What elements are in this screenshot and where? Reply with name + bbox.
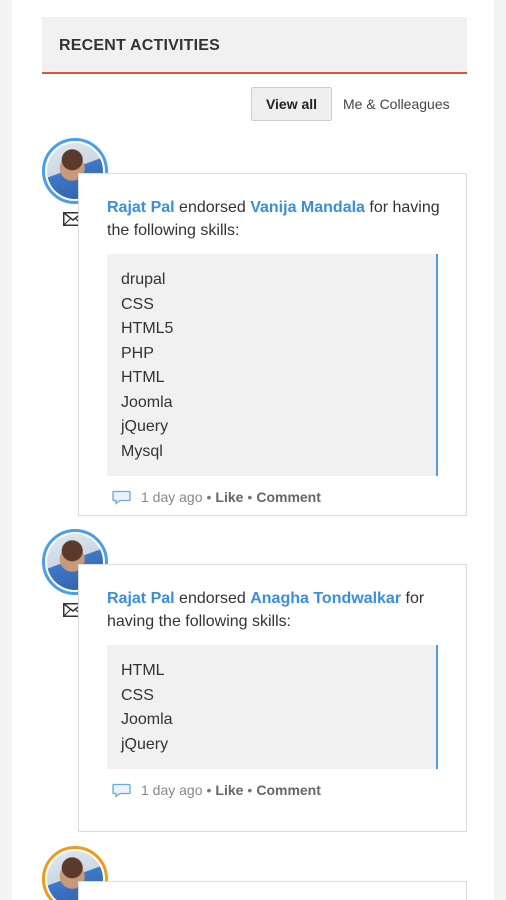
timestamp: 1 day ago	[141, 489, 203, 505]
timestamp: 1 day ago	[141, 782, 203, 798]
comment-link[interactable]: Comment	[256, 489, 321, 505]
activity-card: Rajat Pal endorsed Anagha Tondwalkar for…	[78, 564, 467, 832]
separator: •	[206, 782, 212, 798]
comment-link[interactable]: Comment	[256, 782, 321, 798]
activity-meta: 1 day ago • Like • Comment	[79, 476, 466, 520]
activity-meta: 1 day ago • Like • Comment	[79, 769, 466, 813]
target-link[interactable]: Vanija Mandala	[250, 199, 365, 216]
like-link[interactable]: Like	[215, 782, 243, 798]
target-link[interactable]: Anagha Tondwalkar	[250, 590, 401, 607]
like-link[interactable]: Like	[215, 489, 243, 505]
skill-item: jQuery	[121, 418, 169, 435]
separator: •	[206, 489, 212, 505]
verb-text: endorsed	[179, 199, 246, 216]
skill-item: CSS	[121, 295, 154, 313]
activity-filters: View all Me & Colleagues	[251, 87, 466, 121]
activity-card: Rajat Pal endorsed Vanija Mandala for ha…	[78, 173, 467, 516]
activity-text: Rajat Pal endorsed Vanija Mandala for ha…	[79, 174, 466, 242]
section-title: RECENT ACTIVITIES	[59, 37, 221, 54]
me-colleagues-button[interactable]: Me & Colleagues	[343, 87, 450, 121]
skill-item: jQuery	[121, 735, 169, 753]
separator: •	[247, 782, 253, 798]
skill-item: HTML5	[121, 320, 174, 337]
skill-item: Joomla	[121, 711, 173, 728]
skills-list: HTML CSS Joomla jQuery	[107, 645, 438, 769]
skill-item: Joomla	[121, 393, 173, 411]
section-header: RECENT ACTIVITIES	[42, 17, 467, 74]
separator: •	[247, 489, 253, 505]
comment-bubble-icon[interactable]	[112, 783, 131, 798]
activity-text: Rajat Pal endorsed Anagha Tondwalkar for…	[79, 565, 466, 633]
skills-list: drupal CSS HTML5 PHP HTML Joomla jQuery …	[107, 254, 438, 476]
actor-link[interactable]: Rajat Pal	[107, 590, 175, 607]
skill-item: CSS	[121, 686, 154, 704]
skill-item: Mysql	[121, 442, 163, 460]
skill-item: HTML	[121, 369, 165, 386]
view-all-button[interactable]: View all	[251, 87, 332, 121]
comment-bubble-icon[interactable]	[112, 490, 131, 505]
skill-item: HTML	[121, 662, 165, 679]
skill-item: drupal	[121, 271, 166, 288]
verb-text: endorsed	[179, 590, 246, 607]
skill-item: PHP	[121, 344, 154, 362]
actor-link[interactable]: Rajat Pal	[107, 199, 175, 216]
activity-card	[78, 881, 467, 900]
